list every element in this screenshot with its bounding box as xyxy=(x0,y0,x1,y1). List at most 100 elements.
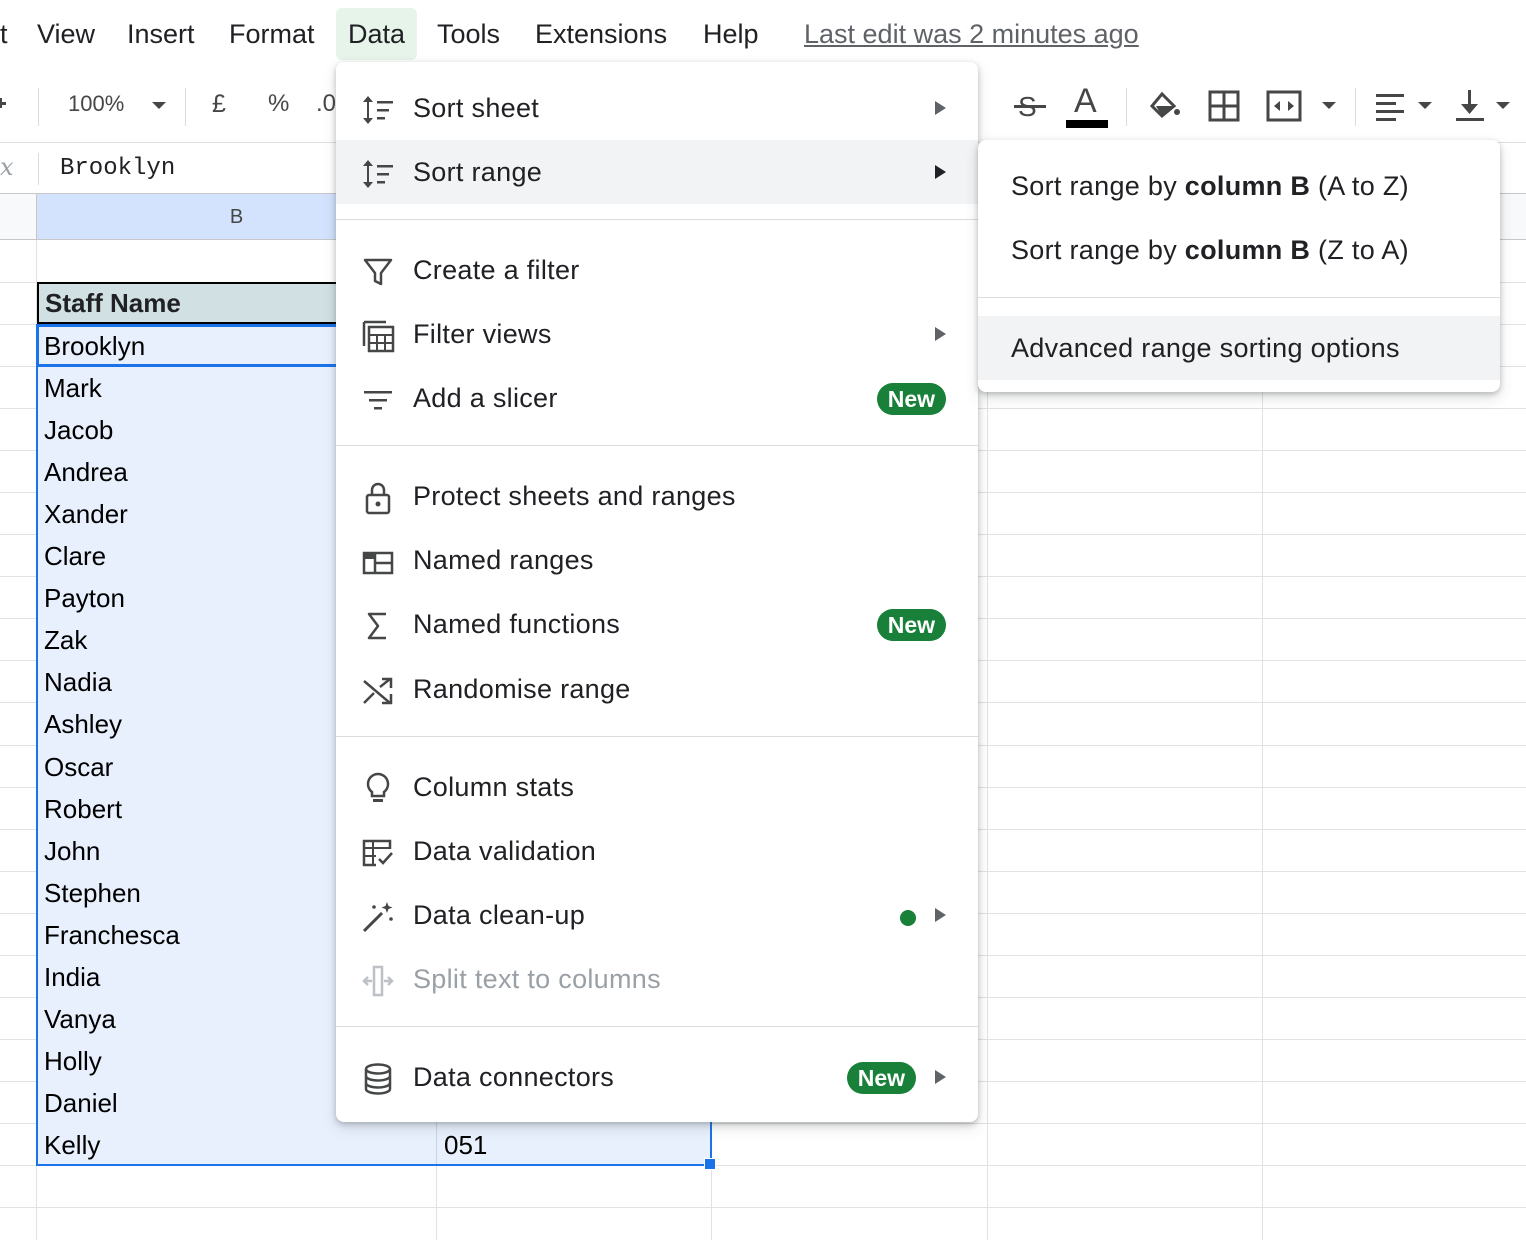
data-menu: Sort sheet Sort range Create a filter Fi… xyxy=(336,62,978,1122)
submenu-arrow-icon xyxy=(935,165,946,179)
percent-button[interactable]: % xyxy=(268,66,289,142)
menu-item-label: Data connectors xyxy=(413,1062,615,1092)
magic-wand-icon xyxy=(360,899,396,935)
menu-item-label: Randomise range xyxy=(413,674,631,704)
advanced-range-sorting-options[interactable]: Advanced range sorting options xyxy=(978,316,1500,380)
toolbar-divider xyxy=(185,88,186,126)
vertical-align-caret-icon[interactable] xyxy=(1496,102,1510,109)
formula-divider xyxy=(38,153,39,185)
menu-item-label: Create a filter xyxy=(413,255,580,285)
sort-icon xyxy=(360,156,396,192)
menu-divider xyxy=(336,1026,978,1027)
split-icon xyxy=(360,963,396,999)
menu-item-label: Add a slicer xyxy=(413,383,558,413)
paint-format-icon[interactable] xyxy=(0,86,26,126)
menu-item-data-connectors[interactable]: Data connectors New xyxy=(336,1045,978,1109)
menu-item-label: Named ranges xyxy=(413,545,594,575)
menu-item-label: Protect sheets and ranges xyxy=(413,481,736,511)
menu-item-label: Data validation xyxy=(413,836,597,866)
database-icon xyxy=(360,1061,396,1097)
menu-item-split-text: Split text to columns xyxy=(336,947,978,1011)
menu-item-sort-sheet[interactable]: Sort sheet xyxy=(336,76,978,140)
last-edit-link[interactable]: Last edit was 2 minutes ago xyxy=(804,8,1139,60)
horizontal-align-icon[interactable] xyxy=(1372,86,1412,126)
submenu-divider xyxy=(978,297,1500,298)
filter-views-icon xyxy=(360,318,396,354)
fill-handle[interactable] xyxy=(704,1158,716,1170)
currency-button[interactable]: £ xyxy=(212,66,226,142)
menu-item-randomise-range[interactable]: Randomise range xyxy=(336,657,978,721)
menu-item-column-stats[interactable]: Column stats xyxy=(336,755,978,819)
submenu-arrow-icon xyxy=(935,327,946,341)
menu-divider xyxy=(336,219,978,220)
new-badge: New xyxy=(846,1062,916,1094)
menu-tools[interactable]: Tools xyxy=(425,8,512,60)
merge-caret-icon[interactable] xyxy=(1322,102,1336,109)
menu-item-label: Sort range xyxy=(413,157,543,187)
submenu-item-label: Advanced range sorting options xyxy=(1011,333,1400,363)
filter-icon xyxy=(360,254,396,290)
menu-data[interactable]: Data xyxy=(336,8,418,60)
align-caret-icon[interactable] xyxy=(1418,102,1432,109)
menu-item-protect-sheets[interactable]: Protect sheets and ranges xyxy=(336,464,978,528)
menu-item-label: Sort sheet xyxy=(413,93,540,123)
menu-item-named-functions[interactable]: Named functions New xyxy=(336,592,978,656)
submenu-item-label: Sort range by column B (A to Z) xyxy=(1011,171,1409,201)
fill-color-icon[interactable] xyxy=(1144,86,1184,126)
menu-edit-partial[interactable]: t xyxy=(0,8,20,60)
menu-help[interactable]: Help xyxy=(691,8,771,60)
toolbar-divider xyxy=(1126,88,1127,126)
decrease-decimal-button[interactable]: .0 xyxy=(316,66,336,142)
slicer-icon xyxy=(360,382,396,418)
menu-item-label: Split text to columns xyxy=(413,964,661,994)
menu-item-label: Named functions xyxy=(413,609,621,639)
new-feature-dot-icon xyxy=(900,910,916,926)
sort-range-a-to-z[interactable]: Sort range by column B (A to Z) xyxy=(978,154,1500,218)
new-badge: New xyxy=(876,609,946,641)
menu-insert[interactable]: Insert xyxy=(115,8,207,60)
data-validation-icon xyxy=(360,835,396,871)
menu-format[interactable]: Format xyxy=(217,8,327,60)
strikethrough-icon[interactable]: S xyxy=(1010,86,1050,126)
zoom-caret-icon[interactable] xyxy=(152,102,166,109)
zoom-select[interactable]: 100% xyxy=(68,66,124,142)
menu-divider xyxy=(336,445,978,446)
submenu-arrow-icon xyxy=(935,101,946,115)
submenu-arrow-icon xyxy=(935,908,946,922)
shuffle-icon xyxy=(360,673,396,709)
merge-cells-icon[interactable] xyxy=(1264,86,1304,126)
sort-icon xyxy=(360,92,396,128)
text-color-icon[interactable]: A xyxy=(1066,78,1110,132)
menu-item-filter-views[interactable]: Filter views xyxy=(336,302,978,366)
lock-icon xyxy=(360,480,396,516)
toolbar-divider xyxy=(38,88,39,126)
menu-item-create-filter[interactable]: Create a filter xyxy=(336,238,978,302)
toolbar-divider xyxy=(1355,88,1356,126)
submenu-arrow-icon xyxy=(935,1070,946,1084)
submenu-item-label: Sort range by column B (Z to A) xyxy=(1011,235,1409,265)
new-badge: New xyxy=(876,383,946,415)
vertical-align-icon[interactable] xyxy=(1450,86,1490,126)
menu-view[interactable]: View xyxy=(25,8,107,60)
menu-bar: t View Insert Format Data Tools Extensio… xyxy=(0,0,1526,66)
lightbulb-icon xyxy=(360,771,396,807)
borders-icon[interactable] xyxy=(1204,86,1244,126)
sort-range-z-to-a[interactable]: Sort range by column B (Z to A) xyxy=(978,218,1500,282)
row-gridline xyxy=(0,1207,1526,1208)
menu-item-data-cleanup[interactable]: Data clean-up xyxy=(336,883,978,947)
menu-extensions[interactable]: Extensions xyxy=(523,8,679,60)
menu-item-sort-range[interactable]: Sort range xyxy=(336,140,978,204)
row-header-corner[interactable] xyxy=(0,194,36,240)
menu-item-data-validation[interactable]: Data validation xyxy=(336,819,978,883)
sigma-icon xyxy=(360,608,396,644)
menu-item-label: Data clean-up xyxy=(413,900,586,930)
named-ranges-icon xyxy=(360,544,396,580)
fx-icon: x xyxy=(0,153,14,181)
menu-item-named-ranges[interactable]: Named ranges xyxy=(336,528,978,592)
menu-item-label: Filter views xyxy=(413,319,552,349)
menu-item-add-slicer[interactable]: Add a slicer New xyxy=(336,366,978,430)
menu-divider xyxy=(336,736,978,737)
formula-input[interactable]: Brooklyn xyxy=(60,143,175,195)
sort-range-submenu: Sort range by column B (A to Z) Sort ran… xyxy=(978,140,1500,392)
svg-text:A: A xyxy=(1074,82,1097,120)
